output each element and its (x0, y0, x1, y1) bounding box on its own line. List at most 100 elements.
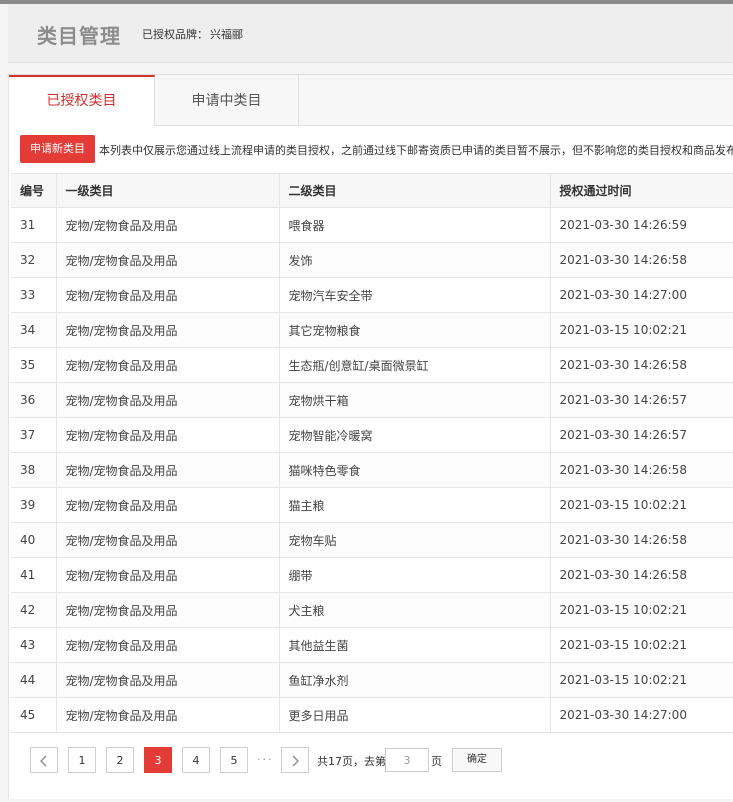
table-row: 36 宠物/宠物食品及用品 宠物烘干箱 2021-03-30 14:26:57 (11, 382, 733, 418)
table-row: 31 宠物/宠物食品及用品 喂食器 2021-03-30 14:26:59 (11, 207, 733, 243)
cell-primary-category: 宠物/宠物食品及用品 (56, 382, 280, 418)
cell-primary-category: 宠物/宠物食品及用品 (56, 452, 280, 488)
table-row: 37 宠物/宠物食品及用品 宠物智能冷暖窝 2021-03-30 14:26:57 (11, 417, 733, 453)
page-button-5[interactable]: 5 (220, 747, 248, 773)
cell-secondary-category: 其他益生菌 (279, 627, 551, 663)
table-row: 35 宠物/宠物食品及用品 生态瓶/创意缸/桌面微景缸 2021-03-30 14:2… (11, 347, 733, 383)
authorized-brand: 已授权品牌： 兴福郦 (142, 26, 243, 42)
cell-secondary-category: 绷带 (279, 557, 551, 593)
tab-bar: 已授权类目 申请中类目 (9, 75, 733, 126)
cell-primary-category: 宠物/宠物食品及用品 (56, 522, 280, 558)
chevron-left-icon (40, 755, 47, 767)
category-panel: 已授权类目 申请中类目 申请新类目 本列表中仅展示您通过线上流程申请的类目授权，… (8, 74, 733, 799)
goto-page-input[interactable] (385, 748, 429, 772)
notice-bar: 申请新类目 本列表中仅展示您通过线上流程申请的类目授权，之前通过线下邮寄资质已申… (20, 135, 733, 163)
cell-primary-category: 宠物/宠物食品及用品 (56, 662, 280, 698)
cell-authorized-time: 2021-03-30 14:27:00 (550, 277, 733, 313)
table-row: 40 宠物/宠物食品及用品 宠物车贴 2021-03-30 14:26:58 (11, 522, 733, 558)
page-title: 类目管理 (37, 24, 121, 48)
cell-id: 42 (11, 592, 57, 628)
cell-authorized-time: 2021-03-30 14:26:57 (550, 382, 733, 418)
cell-id: 31 (11, 207, 57, 243)
cell-primary-category: 宠物/宠物食品及用品 (56, 242, 280, 278)
cell-primary-category: 宠物/宠物食品及用品 (56, 697, 280, 733)
tab-authorized-categories[interactable]: 已授权类目 (9, 75, 155, 126)
cell-id: 39 (11, 487, 57, 523)
table-row: 32 宠物/宠物食品及用品 发饰 2021-03-30 14:26:58 (11, 242, 733, 278)
column-header-authorized-time: 授权通过时间 (550, 173, 733, 208)
column-header-primary-category: 一级类目 (56, 173, 280, 208)
cell-authorized-time: 2021-03-30 14:26:57 (550, 417, 733, 453)
table-row: 43 宠物/宠物食品及用品 其他益生菌 2021-03-15 10:02:21 (11, 627, 733, 663)
cell-secondary-category: 宠物汽车安全带 (279, 277, 551, 313)
brand-value: 兴福郦 (210, 28, 243, 41)
table-row: 39 宠物/宠物食品及用品 猫主粮 2021-03-15 10:02:21 (11, 487, 733, 523)
total-pages-text: 共17页，去第 (317, 755, 386, 768)
cell-primary-category: 宠物/宠物食品及用品 (56, 557, 280, 593)
table-row: 42 宠物/宠物食品及用品 犬主粮 2021-03-15 10:02:21 (11, 592, 733, 628)
cell-authorized-time: 2021-03-15 10:02:21 (550, 662, 733, 698)
column-header-secondary-category: 二级类目 (279, 173, 551, 208)
prev-page-button[interactable] (30, 747, 58, 773)
confirm-goto-button[interactable]: 确定 (452, 748, 502, 772)
cell-secondary-category: 猫主粮 (279, 487, 551, 523)
page-button-3-current[interactable]: 3 (144, 747, 172, 773)
page-button-2[interactable]: 2 (106, 747, 134, 773)
table-header-row: 编号 一级类目 二级类目 授权通过时间 (11, 173, 733, 208)
apply-new-category-button[interactable]: 申请新类目 (20, 135, 95, 163)
cell-authorized-time: 2021-03-30 14:26:58 (550, 557, 733, 593)
cell-secondary-category: 鱼缸净水剂 (279, 662, 551, 698)
cell-authorized-time: 2021-03-30 14:26:58 (550, 522, 733, 558)
cell-primary-category: 宠物/宠物食品及用品 (56, 312, 280, 348)
cell-id: 45 (11, 697, 57, 733)
cell-authorized-time: 2021-03-15 10:02:21 (550, 312, 733, 348)
pagination-ellipsis: ··· (257, 753, 274, 766)
cell-authorized-time: 2021-03-15 10:02:21 (550, 592, 733, 628)
cell-primary-category: 宠物/宠物食品及用品 (56, 417, 280, 453)
cell-id: 41 (11, 557, 57, 593)
page-header: 类目管理 已授权品牌： 兴福郦 (8, 4, 733, 63)
cell-authorized-time: 2021-03-15 10:02:21 (550, 487, 733, 523)
cell-authorized-time: 2021-03-30 14:26:59 (550, 207, 733, 243)
page-button-4[interactable]: 4 (182, 747, 210, 773)
cell-primary-category: 宠物/宠物食品及用品 (56, 627, 280, 663)
cell-id: 34 (11, 312, 57, 348)
column-header-id: 编号 (11, 173, 57, 208)
table-row: 38 宠物/宠物食品及用品 猫咪特色零食 2021-03-30 14:26:58 (11, 452, 733, 488)
next-page-button[interactable] (281, 747, 309, 773)
cell-secondary-category: 生态瓶/创意缸/桌面微景缸 (279, 347, 551, 383)
table-row: 45 宠物/宠物食品及用品 更多日用品 2021-03-30 14:27:00 (11, 697, 733, 733)
cell-secondary-category: 发饰 (279, 242, 551, 278)
cell-secondary-category: 宠物智能冷暖窝 (279, 417, 551, 453)
cell-authorized-time: 2021-03-30 14:26:58 (550, 242, 733, 278)
cell-id: 33 (11, 277, 57, 313)
cell-authorized-time: 2021-03-15 10:02:21 (550, 627, 733, 663)
cell-secondary-category: 其它宠物粮食 (279, 312, 551, 348)
table-row: 34 宠物/宠物食品及用品 其它宠物粮食 2021-03-15 10:02:21 (11, 312, 733, 348)
table-row: 44 宠物/宠物食品及用品 鱼缸净水剂 2021-03-15 10:02:21 (11, 662, 733, 698)
cell-id: 43 (11, 627, 57, 663)
cell-secondary-category: 犬主粮 (279, 592, 551, 628)
cell-secondary-category: 喂食器 (279, 207, 551, 243)
cell-primary-category: 宠物/宠物食品及用品 (56, 277, 280, 313)
cell-secondary-category: 宠物车贴 (279, 522, 551, 558)
table-body: 31 宠物/宠物食品及用品 喂食器 2021-03-30 14:26:59 32 宠物/… (11, 207, 733, 733)
cell-id: 37 (11, 417, 57, 453)
cell-primary-category: 宠物/宠物食品及用品 (56, 207, 280, 243)
cell-authorized-time: 2021-03-30 14:27:00 (550, 697, 733, 733)
table-row: 33 宠物/宠物食品及用品 宠物汽车安全带 2021-03-30 14:27:00 (11, 277, 733, 313)
cell-authorized-time: 2021-03-30 14:26:58 (550, 347, 733, 383)
chevron-right-icon (292, 755, 299, 767)
category-table: 编号 一级类目 二级类目 授权通过时间 31 宠物/宠物食品及用品 喂食器 2021-… (11, 173, 733, 733)
cell-id: 35 (11, 347, 57, 383)
cell-authorized-time: 2021-03-30 14:26:58 (550, 452, 733, 488)
cell-secondary-category: 更多日用品 (279, 697, 551, 733)
cell-primary-category: 宠物/宠物食品及用品 (56, 592, 280, 628)
tab-pending-categories[interactable]: 申请中类目 (155, 75, 299, 125)
cell-id: 38 (11, 452, 57, 488)
table-row: 41 宠物/宠物食品及用品 绷带 2021-03-30 14:26:58 (11, 557, 733, 593)
cell-id: 44 (11, 662, 57, 698)
cell-secondary-category: 猫咪特色零食 (279, 452, 551, 488)
page-button-1[interactable]: 1 (68, 747, 96, 773)
cell-id: 32 (11, 242, 57, 278)
